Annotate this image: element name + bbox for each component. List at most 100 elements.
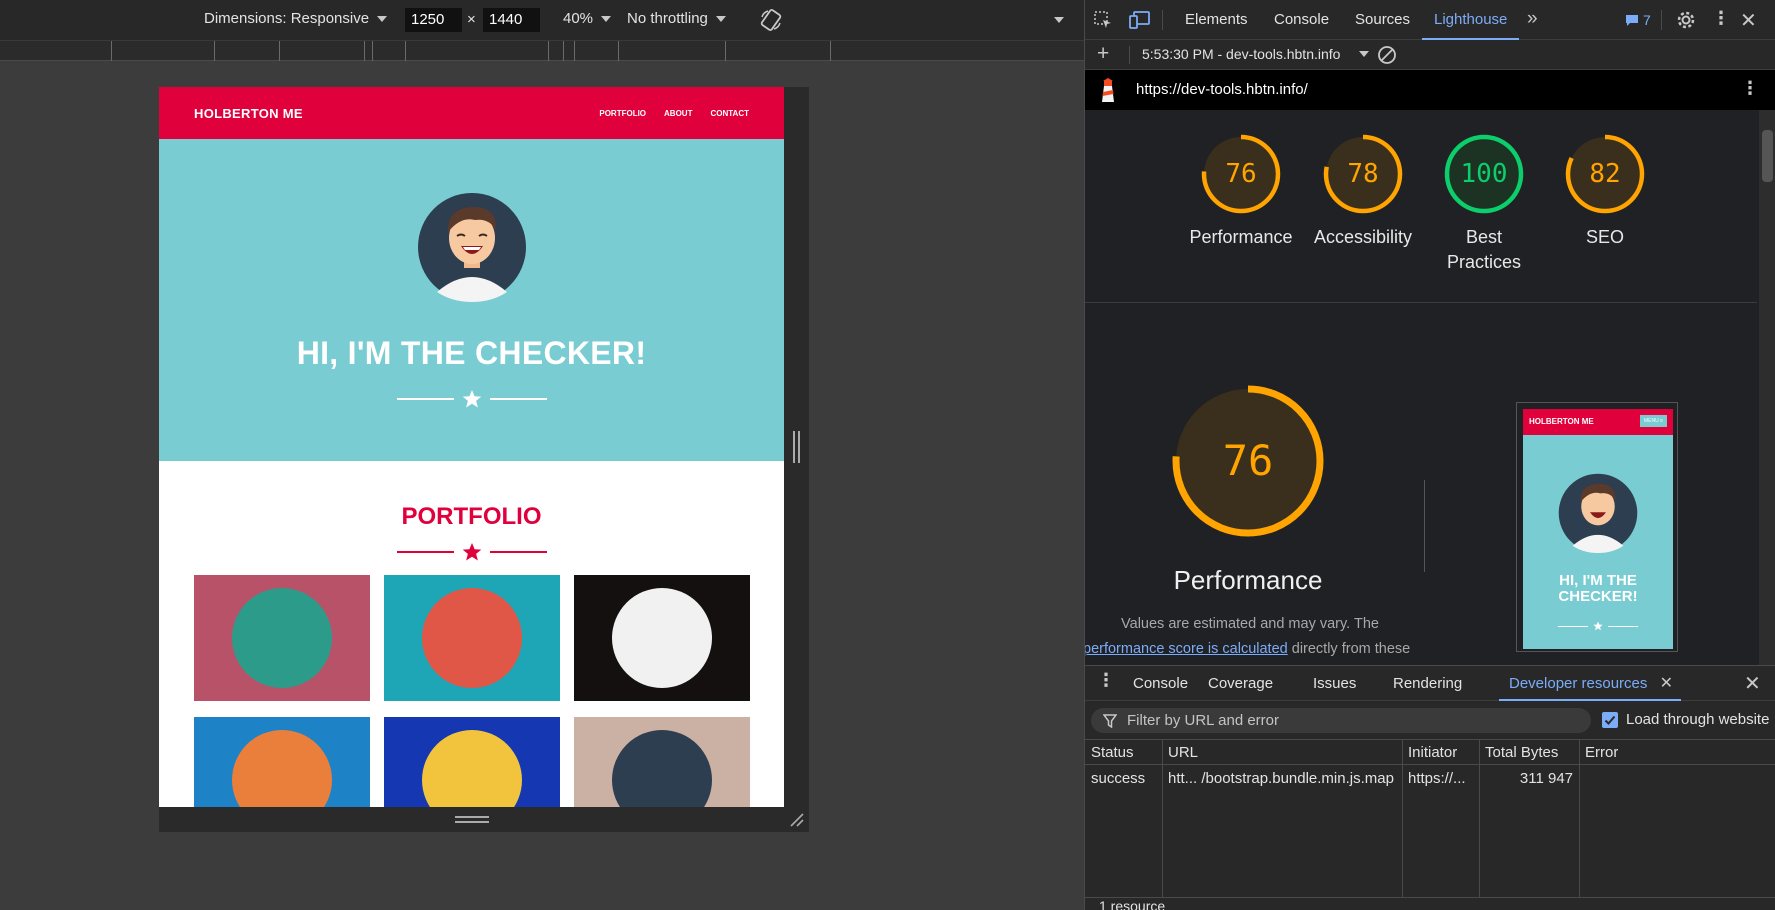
score-value: 82 <box>1589 159 1621 189</box>
row-status: success <box>1091 770 1146 787</box>
zoom-dropdown[interactable]: 40% <box>563 10 612 27</box>
plus-icon[interactable]: + <box>1097 42 1109 66</box>
hero-section: HI, I'M THE CHECKER! <box>159 139 784 461</box>
separator <box>1085 302 1757 303</box>
issues-counter[interactable]: 7 <box>1625 12 1651 28</box>
clear-icon[interactable] <box>1377 45 1397 65</box>
more-tabs-icon[interactable]: » <box>1527 8 1538 30</box>
load-through-label[interactable]: Load through website <box>1626 711 1769 728</box>
device-toggle-icon[interactable] <box>1129 10 1151 30</box>
inspect-element-icon[interactable] <box>1093 10 1113 30</box>
main-score-value: 76 <box>1222 436 1274 485</box>
hero-divider <box>159 389 784 409</box>
chevron-down-icon <box>1359 51 1369 57</box>
score-label: Performance <box>1189 227 1293 247</box>
row-initiator[interactable]: https://... <box>1408 770 1476 787</box>
cake-icon <box>422 588 522 688</box>
column-header-error[interactable]: Error <box>1585 744 1618 761</box>
resize-corner-icon[interactable] <box>789 812 805 828</box>
score-value: 78 <box>1347 159 1379 189</box>
row-url: htt... /bootstrap.bundle.min.js.map <box>1168 770 1394 787</box>
hero-title: HI, I'M THE CHECKER! <box>296 335 647 371</box>
scrollbar-thumb[interactable] <box>1762 130 1773 182</box>
separator <box>1424 480 1425 572</box>
final-screenshot[interactable]: HOLBERTON ME MENU ≡ HI, I'M THE CHECKER! <box>1516 402 1678 652</box>
chevron-down-icon <box>601 15 612 22</box>
preview-hero: HI, I'M THE CHECKER! <box>1523 435 1673 649</box>
resources-table: Status URL Initiator Total Bytes Error s… <box>1085 739 1775 897</box>
star-icon <box>1593 621 1603 631</box>
nav-link-contact[interactable]: CONTACT <box>710 109 749 118</box>
table-header: Status URL Initiator Total Bytes Error <box>1085 739 1775 765</box>
throttling-dropdown[interactable]: No throttling <box>627 10 726 27</box>
issues-count: 7 <box>1643 12 1651 28</box>
check-icon <box>1604 715 1616 725</box>
preview-divider <box>1553 621 1643 631</box>
portfolio-tile[interactable] <box>194 717 370 807</box>
audited-url[interactable]: https://dev-tools.hbtn.info/ <box>1136 81 1308 98</box>
tab-elements[interactable]: Elements <box>1185 0 1248 40</box>
site-brand[interactable]: HOLBERTON ME <box>194 106 303 121</box>
column-header-url[interactable]: URL <box>1168 744 1198 761</box>
circus-tent-icon <box>612 588 712 688</box>
devtools-tabbar: Elements Console Sources Lighthouse » 7 … <box>1085 0 1775 40</box>
site-nav-links: PORTFOLIO ABOUT CONTACT <box>599 109 749 118</box>
tab-sources[interactable]: Sources <box>1355 0 1410 40</box>
portfolio-tile[interactable] <box>384 717 560 807</box>
filter-placeholder: Filter by URL and error <box>1127 712 1279 729</box>
drawer-tab-console[interactable]: Console <box>1133 666 1188 701</box>
portfolio-tile[interactable] <box>384 575 560 701</box>
report-dropdown[interactable]: 5:53:30 PM - dev-tools.hbtn.info <box>1142 46 1369 62</box>
close-drawer-icon[interactable]: ✕ <box>1744 671 1761 696</box>
height-input[interactable]: 1440 <box>483 8 540 32</box>
drawer-tab-coverage[interactable]: Coverage <box>1208 666 1273 701</box>
site-navbar: HOLBERTON ME PORTFOLIO ABOUT CONTACT <box>159 87 784 139</box>
portfolio-divider <box>159 542 784 562</box>
rotate-icon[interactable] <box>759 8 783 32</box>
tab-lighthouse[interactable]: Lighthouse <box>1422 0 1520 40</box>
column-header-status[interactable]: Status <box>1091 744 1134 761</box>
chevron-down-icon <box>715 15 726 22</box>
drawer-tab-issues[interactable]: Issues <box>1313 666 1356 701</box>
table-row[interactable]: success htt... /bootstrap.bundle.min.js.… <box>1085 765 1775 791</box>
row-total-bytes: 311 947 <box>1519 770 1573 787</box>
lighthouse-toolbar: + 5:53:30 PM - dev-tools.hbtn.info <box>1085 40 1775 70</box>
kebab-menu-icon[interactable]: ⋮ <box>1741 78 1759 99</box>
resize-handle-icon[interactable] <box>455 816 489 823</box>
chevron-down-icon <box>377 15 388 22</box>
portfolio-tile[interactable] <box>574 717 750 807</box>
tab-console[interactable]: Console <box>1274 0 1329 40</box>
column-header-total-bytes[interactable]: Total Bytes <box>1485 744 1558 761</box>
report-scrollbar[interactable] <box>1759 110 1775 665</box>
filter-row: Filter by URL and error Load through web… <box>1085 701 1775 739</box>
score-label: SEO <box>1585 227 1624 247</box>
settings-gear-icon[interactable] <box>1676 10 1696 30</box>
drawer-menu-icon[interactable]: ⋮ <box>1097 670 1115 691</box>
resize-handle-icon[interactable] <box>793 431 800 463</box>
close-devtools-icon[interactable]: ✕ <box>1740 8 1757 33</box>
submarine-icon <box>612 730 712 807</box>
chevron-down-icon <box>1054 17 1064 23</box>
main-score-label: Performance <box>1173 565 1323 595</box>
drawer-tab-developer-resources[interactable]: Developer resources ✕ <box>1499 666 1681 701</box>
more-options-icon[interactable] <box>1052 17 1064 23</box>
preview-navbar: HOLBERTON ME MENU ≡ <box>1523 409 1673 435</box>
score-calculated-link[interactable]: performance score is calculated <box>1085 641 1288 657</box>
load-through-checkbox[interactable] <box>1602 712 1618 728</box>
portfolio-tile[interactable] <box>194 575 370 701</box>
dimensions-dropdown[interactable]: Dimensions: Responsive <box>204 10 388 27</box>
drawer-tab-rendering[interactable]: Rendering <box>1393 666 1462 701</box>
nav-link-about[interactable]: ABOUT <box>664 109 692 118</box>
resource-count: 1 resource <box>1099 898 1166 910</box>
drawer-tabbar: ⋮ Console Coverage Issues Rendering Deve… <box>1085 666 1775 701</box>
filter-input[interactable]: Filter by URL and error <box>1091 708 1591 733</box>
column-header-initiator[interactable]: Initiator <box>1408 744 1457 761</box>
zoom-label: 40% <box>563 10 594 27</box>
portfolio-tile[interactable] <box>574 575 750 701</box>
kebab-menu-icon[interactable]: ⋮ <box>1712 8 1730 29</box>
nav-link-portfolio[interactable]: PORTFOLIO <box>599 109 646 118</box>
close-tab-icon[interactable]: ✕ <box>1660 666 1673 701</box>
width-input[interactable]: 1250 <box>405 8 462 32</box>
game-controller-icon <box>232 730 332 807</box>
emulated-page[interactable]: HOLBERTON ME PORTFOLIO ABOUT CONTACT HI,… <box>159 87 784 807</box>
